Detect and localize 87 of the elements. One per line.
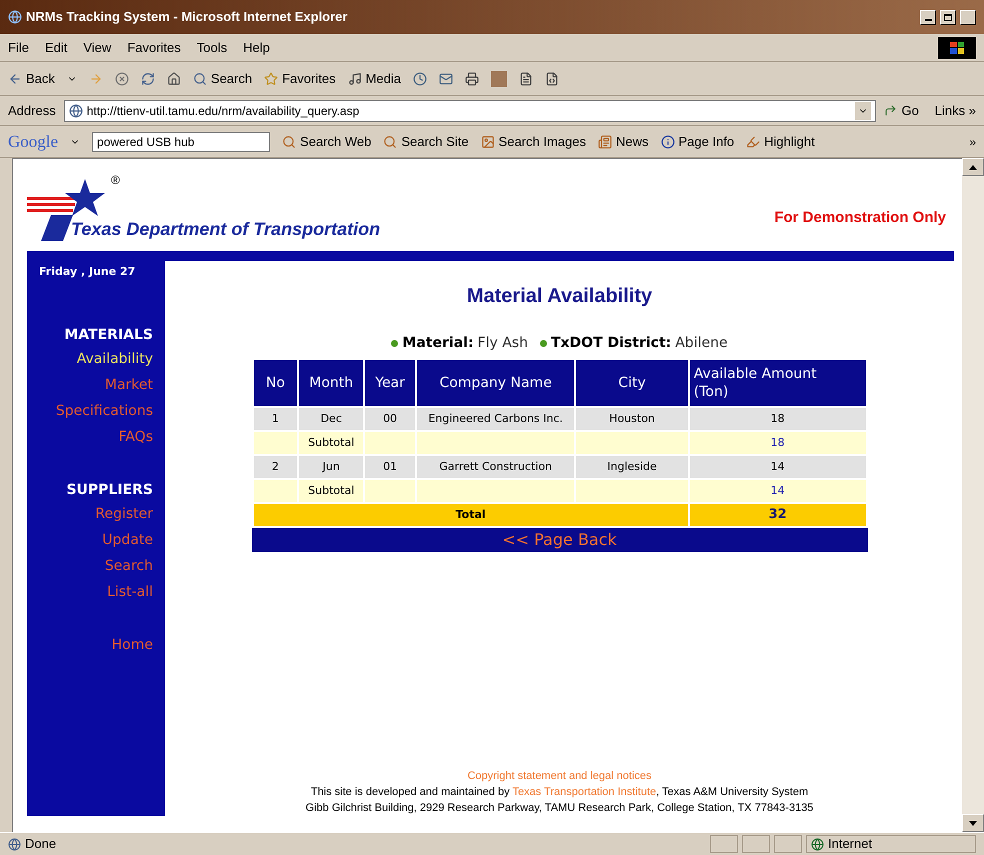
favorites-button[interactable]: Favorites xyxy=(264,68,336,88)
home-icon xyxy=(166,72,181,86)
sidebar-link[interactable]: Market xyxy=(104,372,153,398)
scroll-down-button[interactable] xyxy=(962,814,984,832)
agency-name: Texas Department of Transportation xyxy=(71,218,380,241)
google-toolbar-button[interactable]: Search Web xyxy=(282,132,372,152)
info-icon xyxy=(660,134,674,148)
sidebar-link[interactable]: Update xyxy=(102,526,153,552)
go-arrow-icon xyxy=(884,104,898,117)
section-title: SUPPLIERS xyxy=(66,480,153,500)
close-button[interactable] xyxy=(960,10,976,24)
refresh-icon xyxy=(140,72,155,86)
google-toolbar-button[interactable]: Search Images xyxy=(480,132,586,152)
google-search-field[interactable]: powered USB hub xyxy=(92,132,270,152)
menu-item[interactable]: Edit xyxy=(44,38,68,58)
back-button[interactable]: Back xyxy=(8,68,55,88)
page-icon xyxy=(68,104,83,118)
printer-icon xyxy=(465,72,479,86)
down-arrow-icon xyxy=(969,820,977,826)
color-swatch-icon xyxy=(491,70,507,86)
minimize-button[interactable] xyxy=(920,10,936,24)
star-icon xyxy=(264,72,278,86)
menu-item[interactable]: Tools xyxy=(196,38,228,58)
address-field[interactable]: http://ttienv-util.tamu.edu/nrm/availability_query.asp xyxy=(64,100,876,122)
page-back-link[interactable]: << Page Back xyxy=(252,528,868,552)
sidebar-link[interactable]: FAQs xyxy=(118,424,153,450)
search-icon xyxy=(282,134,296,148)
sidebar-link[interactable]: List-all xyxy=(107,578,153,604)
menu-item[interactable]: Favorites xyxy=(127,38,181,58)
media-icon xyxy=(348,72,362,86)
address-text: Gibb Gilchrist Building, 2929 Research Parkway, TAMU Research Park, College Station, TX 77843-3135 xyxy=(306,801,814,816)
media-button[interactable]: Media xyxy=(348,68,401,88)
section-title: MATERIALS xyxy=(64,326,153,344)
status-panel xyxy=(710,835,738,853)
page-icon xyxy=(8,838,21,850)
filter-value: Abilene xyxy=(675,334,728,353)
status-panel xyxy=(742,835,770,853)
filter-label: TxDOT District: xyxy=(550,334,672,353)
messenger-icon xyxy=(545,72,559,86)
google-toolbar-button[interactable]: News xyxy=(598,132,648,152)
status-panel xyxy=(774,835,802,853)
links-button[interactable]: Links » xyxy=(934,100,976,120)
home-link[interactable]: Home xyxy=(112,634,153,656)
google-logo: Google xyxy=(8,130,58,153)
scroll-up-button[interactable] xyxy=(962,158,984,176)
status-text: Done xyxy=(25,835,58,854)
menu-item[interactable]: Help xyxy=(243,38,270,58)
date-label: Friday , June 27 xyxy=(38,264,136,280)
history-icon xyxy=(413,72,427,86)
image-icon xyxy=(480,134,495,148)
address-label: Address xyxy=(8,102,56,120)
google-toolbar-button[interactable]: Search Site xyxy=(383,132,469,152)
up-arrow-icon xyxy=(969,164,977,170)
sidebar-link[interactable]: Search xyxy=(104,552,153,578)
maximize-button[interactable] xyxy=(940,10,956,24)
stop-icon xyxy=(114,72,129,86)
sidebar-link[interactable]: Specifications xyxy=(56,398,153,424)
page-title: Material Availability xyxy=(466,284,652,309)
menu-item[interactable]: View xyxy=(83,38,112,58)
bullet-icon xyxy=(391,340,398,347)
search-button[interactable]: Search xyxy=(192,68,252,88)
globe-icon xyxy=(811,838,824,850)
sidebar-link[interactable]: Availability xyxy=(76,346,153,372)
sidebar-link[interactable]: Register xyxy=(95,500,153,526)
menu-item[interactable]: File xyxy=(8,38,29,58)
highlighter-icon xyxy=(746,134,760,148)
search-icon xyxy=(383,134,398,148)
maintainer-text: This site is developed and maintained by Texas Transportation Institute, Texas A&M University System xyxy=(310,785,808,800)
windows-logo-icon xyxy=(938,36,976,58)
window-title: NRMs Tracking System - Microsoft Internet Explorer xyxy=(26,8,348,26)
filter-value: Fly Ash xyxy=(478,334,528,353)
search-icon xyxy=(192,72,207,86)
registered-mark: ® xyxy=(111,172,120,189)
mail-icon xyxy=(439,72,453,86)
back-arrow-icon xyxy=(8,72,22,86)
column-header: No xyxy=(252,359,298,407)
bullet-icon xyxy=(540,340,547,347)
document-icon xyxy=(519,72,533,86)
newspaper-icon xyxy=(598,134,612,148)
demo-notice: For Demonstration Only xyxy=(774,208,946,228)
filter-label: Material: xyxy=(402,334,474,353)
google-toolbar-button[interactable]: Page Info xyxy=(660,132,734,152)
google-toolbar-button[interactable]: Highlight xyxy=(746,132,815,152)
more-button[interactable]: » xyxy=(969,132,976,150)
zone-label: Internet xyxy=(828,835,872,854)
go-button[interactable]: Go xyxy=(884,100,919,120)
browser-icon xyxy=(8,10,22,24)
